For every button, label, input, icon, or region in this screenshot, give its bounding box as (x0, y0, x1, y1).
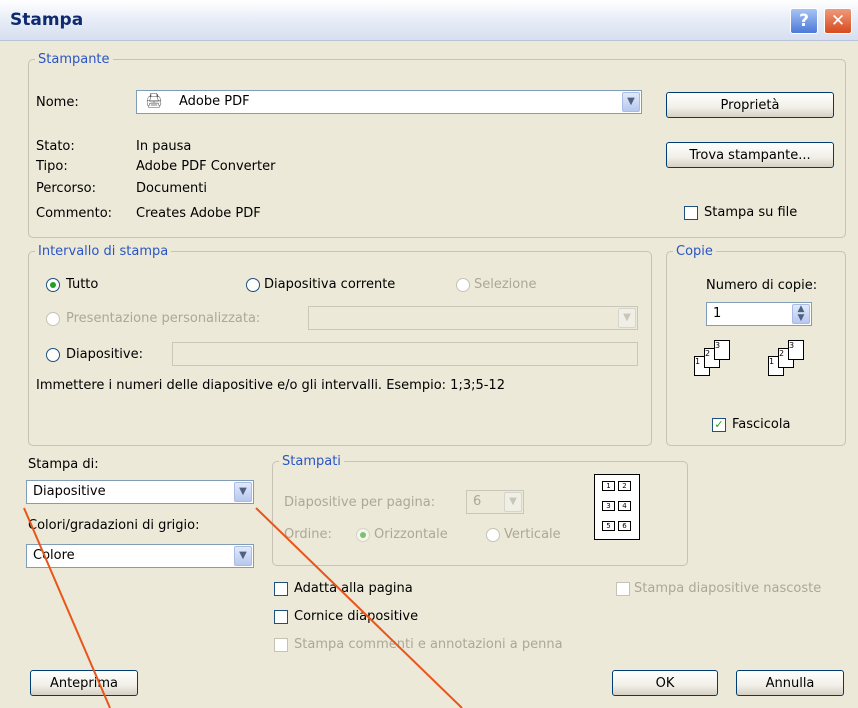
annotation-line (23, 507, 111, 708)
annotation-line (255, 507, 463, 708)
annotation-overlay (23, 507, 463, 708)
